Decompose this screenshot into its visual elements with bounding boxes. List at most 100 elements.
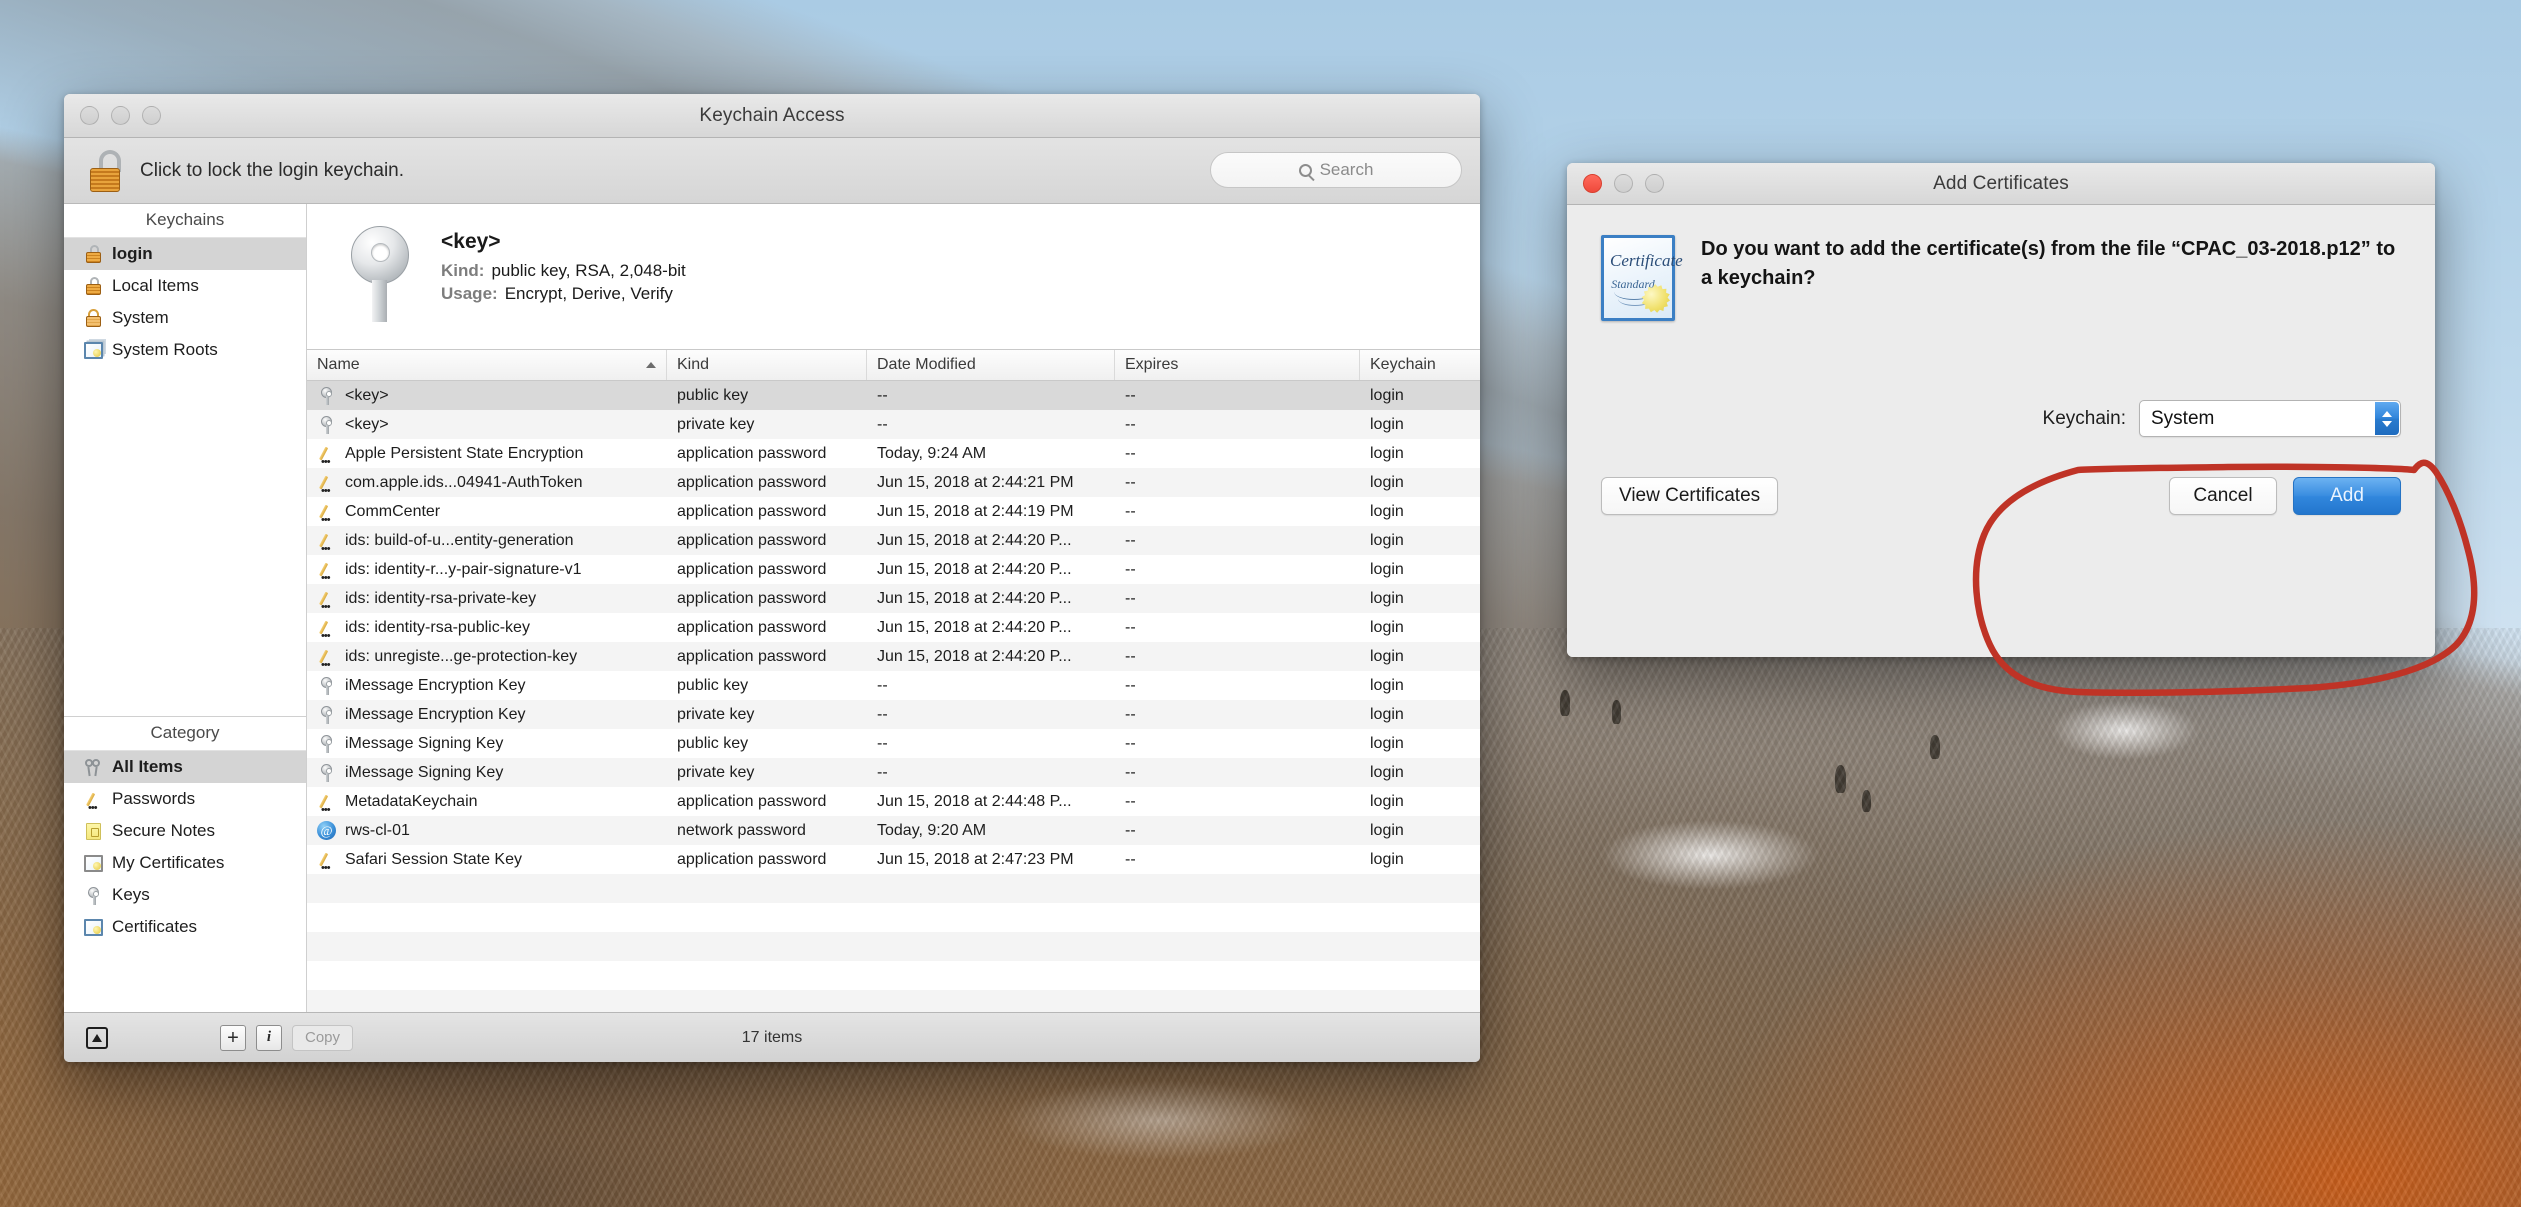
column-header-name[interactable]: Name <box>307 350 667 380</box>
pencil-icon <box>84 790 103 814</box>
table-row[interactable]: ids: unregiste...ge-protection-key applic… <box>307 642 1480 671</box>
cell-kind: application password <box>677 850 827 868</box>
window-controls[interactable] <box>64 106 161 125</box>
cancel-button[interactable]: Cancel <box>2169 477 2277 515</box>
cell-date-modified: Jun 15, 2018 at 2:44:20 P... <box>877 560 1072 578</box>
lock-open-icon <box>84 244 103 264</box>
sidebar-item-all-items[interactable]: All Items <box>64 751 306 783</box>
cell-name: iMessage Encryption Key <box>307 705 667 724</box>
category-section-header: Category <box>64 717 306 751</box>
keychain-titlebar[interactable]: Keychain Access <box>64 94 1480 138</box>
table-row[interactable]: <key> public key -- -- login <box>307 381 1480 410</box>
cell-kind: public key <box>677 386 749 404</box>
cell-name: <key> <box>307 415 667 434</box>
column-header-label: Name <box>317 356 360 373</box>
cell-name: MetadataKeychain <box>307 792 667 812</box>
cell-date-modified: Jun 15, 2018 at 2:44:20 P... <box>877 589 1072 607</box>
table-header-row[interactable]: Name Kind Date Modified Expires Keychain <box>307 350 1480 381</box>
view-certificates-button[interactable]: View Certificates <box>1601 477 1779 515</box>
add-certificates-dialog[interactable]: Add Certificates Certificate Standard Do… <box>1567 163 2435 657</box>
keychain-access-window[interactable]: Keychain Access Click to lock the login … <box>64 94 1480 1062</box>
sidebar-item-login[interactable]: login <box>64 238 306 270</box>
column-header-kind[interactable]: Kind <box>667 350 867 380</box>
table-row[interactable]: iMessage Encryption Key private key -- -- lo… <box>307 700 1480 729</box>
cell-keychain: login <box>1370 618 1404 636</box>
sidebar-item-secure-notes[interactable]: Secure Notes <box>64 815 306 847</box>
table-row[interactable]: MetadataKeychain application password Jun … <box>307 787 1480 816</box>
dialog-button-row: View Certificates Cancel Add <box>1601 477 2401 515</box>
keychains-list[interactable]: login Local Items System System Roots <box>64 238 306 366</box>
sidebar-item-system-roots[interactable]: System Roots <box>64 334 306 366</box>
sidebar-item-passwords[interactable]: Passwords <box>64 783 306 815</box>
cell-kind: network password <box>677 821 806 839</box>
eject-button[interactable] <box>86 1026 108 1049</box>
dialog-window-controls[interactable] <box>1567 174 1664 193</box>
lock-open-icon <box>84 276 103 296</box>
sidebar-item-certificates[interactable]: Certificates <box>64 911 306 943</box>
table-row[interactable]: ids: build-of-u...entity-generation appli… <box>307 526 1480 555</box>
cell-date-modified: Jun 15, 2018 at 2:44:20 P... <box>877 647 1072 665</box>
info-label: i <box>266 1029 272 1045</box>
dialog-question-text: Do you want to add the certificate(s) fr… <box>1701 238 2396 289</box>
zoom-button[interactable] <box>1645 174 1664 193</box>
table-row[interactable]: @ rws-cl-01 network password Today, 9:20 AM… <box>307 816 1480 845</box>
cell-date-modified: Jun 15, 2018 at 2:44:48 P... <box>877 792 1072 810</box>
minimize-button[interactable] <box>111 106 130 125</box>
sidebar-item-system[interactable]: System <box>64 302 306 334</box>
table-row[interactable]: iMessage Encryption Key public key -- -- log… <box>307 671 1480 700</box>
keychain-bottom-bar[interactable]: + i Copy 17 items <box>64 1012 1480 1062</box>
table-row[interactable]: ids: identity-rsa-private-key application… <box>307 584 1480 613</box>
cell-expires: -- <box>1125 676 1136 694</box>
chevron-updown-icon[interactable] <box>2375 402 2399 435</box>
search-placeholder: Search <box>1319 160 1374 179</box>
table-row[interactable]: ids: identity-r...y-pair-signature-v1 app… <box>307 555 1480 584</box>
table-body[interactable]: <key> public key -- -- login <key> private key… <box>307 381 1480 1012</box>
column-header-date-modified[interactable]: Date Modified <box>867 350 1115 380</box>
cell-date-modified: Jun 15, 2018 at 2:44:19 PM <box>877 502 1074 520</box>
dialog-titlebar[interactable]: Add Certificates <box>1567 163 2435 205</box>
cell-name-text: <key> <box>345 386 389 404</box>
unlocked-padlock-icon[interactable] <box>90 149 126 192</box>
sidebar-item-local-items[interactable]: Local Items <box>64 270 306 302</box>
copy-button[interactable]: Copy <box>292 1024 354 1051</box>
close-button[interactable] <box>80 106 99 125</box>
cell-keychain: login <box>1370 676 1404 694</box>
table-row[interactable]: CommCenter application password Jun 15, 20… <box>307 497 1480 526</box>
keychains-section-header: Keychains <box>64 204 306 238</box>
sidebar-item-keys[interactable]: Keys <box>64 879 306 911</box>
table-row[interactable]: com.apple.ids...04941-AuthToken applicati… <box>307 468 1480 497</box>
add-button[interactable]: Add <box>2293 477 2401 515</box>
table-row[interactable]: Safari Session State Key application pass… <box>307 845 1480 874</box>
category-list[interactable]: All Items Passwords Secure Notes My Cert… <box>64 751 306 943</box>
close-button[interactable] <box>1583 174 1602 193</box>
add-item-button[interactable]: + <box>220 1024 246 1051</box>
dialog-body: Certificate Standard Do you want to add … <box>1567 205 2435 657</box>
cell-expires: -- <box>1125 705 1136 723</box>
cell-kind: application password <box>677 560 827 578</box>
keychain-select-value: System <box>2151 407 2215 429</box>
column-header-keychain[interactable]: Keychain <box>1360 350 1480 380</box>
cell-name-text: iMessage Signing Key <box>345 763 504 781</box>
table-row[interactable]: iMessage Signing Key private key -- -- login <box>307 758 1480 787</box>
table-row[interactable]: Apple Persistent State Encryption applica… <box>307 439 1480 468</box>
window-title: Keychain Access <box>699 104 845 126</box>
items-table[interactable]: Name Kind Date Modified Expires Keychain… <box>307 350 1480 1012</box>
search-input[interactable]: Search <box>1210 152 1462 188</box>
zoom-button[interactable] <box>142 106 161 125</box>
cell-keychain: login <box>1370 850 1404 868</box>
sidebar-item-my-certificates[interactable]: My Certificates <box>64 847 306 879</box>
cancel-label: Cancel <box>2193 485 2253 506</box>
cell-kind: public key <box>677 734 749 752</box>
cell-name-text: iMessage Signing Key <box>345 734 504 752</box>
cell-expires: -- <box>1125 734 1136 752</box>
sidebar[interactable]: Keychains login Local Items System Syste… <box>64 204 307 1012</box>
column-header-expires[interactable]: Expires <box>1115 350 1360 380</box>
table-row[interactable]: iMessage Signing Key public key -- -- login <box>307 729 1480 758</box>
minimize-button[interactable] <box>1614 174 1633 193</box>
search-icon <box>1298 163 1312 177</box>
table-row[interactable]: <key> private key -- -- login <box>307 410 1480 439</box>
sort-ascending-icon <box>646 362 656 368</box>
keychain-select[interactable]: System <box>2139 400 2401 437</box>
table-row[interactable]: ids: identity-rsa-public-key application … <box>307 613 1480 642</box>
info-button[interactable]: i <box>256 1024 282 1051</box>
